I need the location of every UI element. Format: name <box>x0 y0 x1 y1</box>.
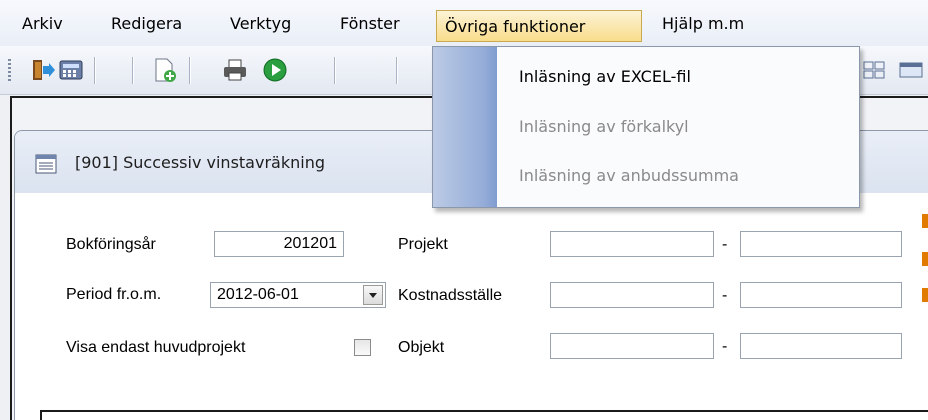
objekt-to-input[interactable] <box>740 333 902 359</box>
visa-huvudprojekt-checkbox[interactable] <box>354 339 371 356</box>
menu-item-forkalkyl[interactable]: Inläsning av förkalkyl <box>519 117 689 136</box>
period-label: Period fr.o.m. <box>66 286 162 303</box>
toolbar-separator <box>334 57 335 84</box>
kostnadsstalle-label: Kostnadsställe <box>398 287 503 304</box>
calculator-icon[interactable] <box>58 57 84 83</box>
toolbar-separator <box>396 57 397 84</box>
range-dash: - <box>722 236 728 253</box>
bokforingsar-value: 201201 <box>283 235 337 252</box>
menu-hjalp[interactable]: Hjälp m.m <box>662 12 744 36</box>
menu-bar: Arkiv Redigera Verktyg Fönster Övriga fu… <box>0 0 928 46</box>
orange-edge-mark <box>922 288 928 302</box>
visa-label: Visa endast huvudprojekt <box>66 339 246 356</box>
projekt-to-input[interactable] <box>740 231 902 257</box>
toolbar-separator <box>94 57 95 84</box>
menu-ovriga-funktioner[interactable]: Övriga funktioner <box>436 10 642 42</box>
window-title: [901] Successiv vinstavräkning <box>75 153 325 172</box>
menu-item-excel[interactable]: Inläsning av EXCEL-fil <box>519 67 691 86</box>
dropdown-icon-strip <box>433 47 497 207</box>
results-panel <box>40 410 928 420</box>
objekt-from-input[interactable] <box>550 333 714 359</box>
orange-edge-mark <box>922 214 928 228</box>
range-dash: - <box>722 338 728 355</box>
new-document-icon[interactable] <box>152 57 178 83</box>
grid-view-icon[interactable] <box>862 57 888 83</box>
document-icon <box>35 154 57 174</box>
projekt-label: Projekt <box>398 236 448 253</box>
run-icon[interactable] <box>262 57 288 83</box>
bokforingsar-field[interactable]: 201201 <box>214 231 344 257</box>
print-icon[interactable] <box>222 57 248 83</box>
window-icon[interactable] <box>898 57 924 83</box>
kostnadsstalle-to-input[interactable] <box>740 282 902 308</box>
menu-fonster[interactable]: Fönster <box>340 12 400 36</box>
exit-icon[interactable] <box>30 57 56 83</box>
toolbar-grip[interactable] <box>8 59 11 81</box>
projekt-from-input[interactable] <box>550 231 714 257</box>
toolbar-separator <box>132 57 133 84</box>
period-select[interactable]: 2012-06-01 <box>210 282 386 308</box>
menu-item-anbudssumma[interactable]: Inläsning av anbudssumma <box>519 166 739 185</box>
bokforingsar-label: Bokföringsår <box>66 236 156 253</box>
objekt-label: Objekt <box>398 339 445 356</box>
menu-redigera[interactable]: Redigera <box>111 12 182 36</box>
orange-edge-mark <box>922 252 928 266</box>
menu-verktyg[interactable]: Verktyg <box>230 12 291 36</box>
range-dash: - <box>722 287 728 304</box>
kostnadsstalle-from-input[interactable] <box>550 282 714 308</box>
chevron-down-icon[interactable] <box>363 285 383 305</box>
ovriga-funktioner-dropdown: Inläsning av EXCEL-fil Inläsning av förk… <box>432 46 860 208</box>
period-value: 2012-06-01 <box>217 286 299 303</box>
menu-arkiv[interactable]: Arkiv <box>22 12 63 36</box>
toolbar-separator <box>189 57 190 84</box>
